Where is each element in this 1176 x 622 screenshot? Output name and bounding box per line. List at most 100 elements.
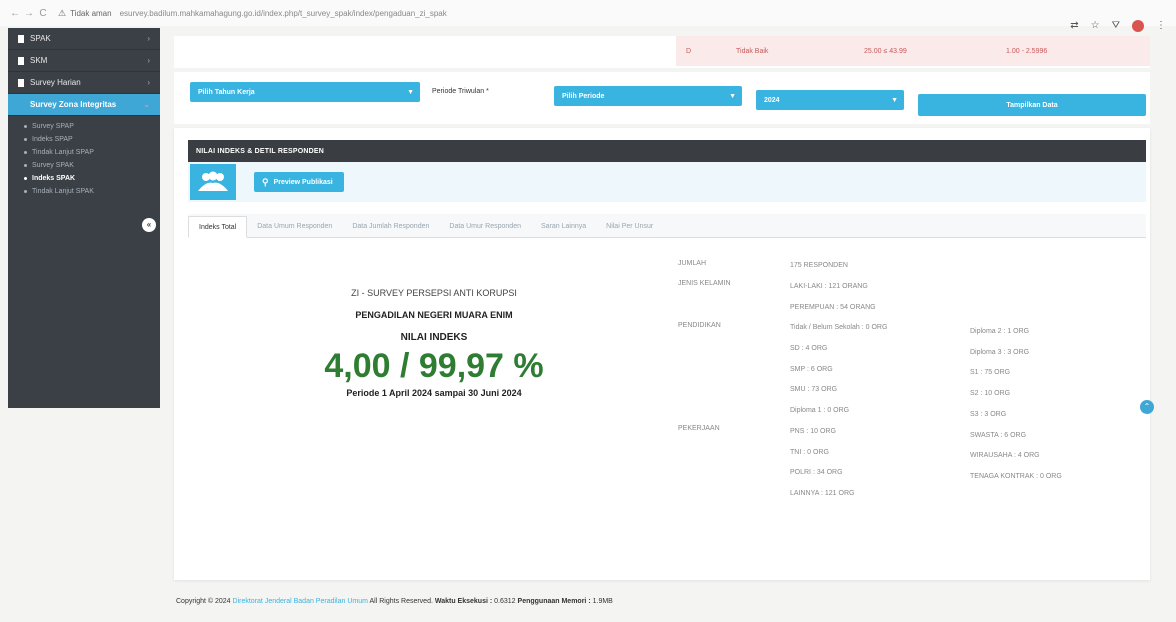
stat-edu-item: Tidak / Belum Sekolah : 0 ORG [790, 324, 888, 331]
forward-button[interactable]: → [22, 8, 36, 19]
sidebar-subitem-label: Indeks SPAK [32, 175, 76, 182]
sidebar-subitem-indeks-spak[interactable]: Indeks SPAK [8, 172, 160, 185]
sidebar-subitem-survey-spak[interactable]: Survey SPAK [8, 159, 160, 172]
tab-nilai-per-unsur[interactable]: Nilai Per Unsur [596, 215, 663, 237]
tab-indeks-total[interactable]: Indeks Total [188, 216, 248, 238]
sidebar-item-survey-zona-integritas[interactable]: Survey Zona Integritas ⌄ [8, 94, 160, 116]
insecure-label[interactable]: Tidak aman [70, 9, 112, 18]
footer-time-value: 0.6312 [494, 598, 516, 605]
stat-edu-item: S2 : 10 ORG [970, 390, 1011, 397]
sidebar-subitem-label: Survey SPAP [32, 123, 74, 130]
tab-data-jumlah-responden[interactable]: Data Jumlah Responden [342, 215, 439, 237]
footer-link[interactable]: Direktorat Jenderal Badan Peradilan Umum [233, 598, 368, 605]
sidebar-subitem-survey-spap[interactable]: Survey SPAP [8, 120, 160, 133]
sidebar-collapse-button[interactable]: « [142, 218, 156, 232]
sidebar: SPAK › SKM › Survey Harian › Survey Zona… [8, 28, 160, 408]
translate-icon[interactable]: ⇄ [1070, 20, 1078, 32]
stat-job-item: LAINNYA : 121 ORG [790, 490, 855, 497]
stat-edu-item: SMU : 73 ORG [790, 386, 838, 393]
legend-grade: D [686, 47, 692, 55]
scroll-top-button[interactable]: ⌃ [1140, 400, 1154, 414]
tab-saran-lainnya[interactable]: Saran Lainnya [531, 215, 596, 237]
users-icon [190, 164, 236, 200]
sidebar-subitem-label: Survey SPAK [32, 162, 74, 169]
stat-female: PEREMPUAN : 54 ORANG [790, 304, 876, 311]
stat-job-item: SWASTA : 6 ORG [970, 432, 1027, 439]
footer-mem-value: 1.9MB [592, 598, 613, 605]
stat-edu-item: S1 : 75 ORG [970, 369, 1011, 376]
legend-interval: 1.00 - 2.5996 [1006, 47, 1048, 55]
stat-edu-item: Diploma 2 : 1 ORG [970, 328, 1030, 335]
tab-bar: Indeks Total Data Umum Responden Data Ju… [188, 214, 1146, 238]
sidebar-subitem-label: Tindak Lanjut SPAP [32, 149, 94, 156]
stat-label-gender: JENIS KELAMIN [678, 280, 731, 287]
stat-label-job: PEKERJAAN [678, 425, 720, 432]
court-name: PENGADILAN NEGERI MUARA ENIM [355, 310, 513, 320]
show-data-button[interactable]: Tampilkan Data [918, 94, 1146, 116]
warning-icon[interactable]: ⚠ [58, 8, 66, 19]
sidebar-subitem-tindak-lanjut-spak[interactable]: Tindak Lanjut SPAK [8, 185, 160, 198]
legend-quality: Tidak Baik [736, 47, 769, 55]
stat-edu-item: Diploma 3 : 3 ORG [970, 349, 1030, 356]
sidebar-item-label: SPAK [30, 34, 51, 43]
index-summary: ZI - SURVEY PERSEPSI ANTI KORUPSI PENGAD… [284, 288, 584, 398]
panel-header: NILAI INDEKS & DETIL RESPONDEN [188, 140, 1146, 162]
chevron-down-icon: ⌄ [143, 100, 150, 109]
year-value-select[interactable]: 2024 ▼ [756, 90, 904, 110]
menu-icon[interactable]: ⋮ [1156, 20, 1166, 32]
year-select[interactable]: Pilih Tahun Kerja ▼ [190, 82, 420, 102]
sidebar-subitem-indeks-spap[interactable]: Indeks SPAP [8, 133, 160, 146]
footer-time-label: Waktu Eksekusi : [434, 598, 493, 605]
stat-job-item: WIRAUSAHA : 4 ORG [970, 452, 1040, 459]
year-select-value: Pilih Tahun Kerja [198, 88, 255, 96]
tab-data-umum-responden[interactable]: Data Umum Responden [247, 215, 342, 237]
footer: Copyright © 2024 Direktorat Jenderal Bad… [176, 598, 613, 605]
footer-mem-label: Penggunaan Memori : [517, 598, 591, 605]
address-bar[interactable]: esurvey.badilum.mahkamahagung.go.id/inde… [120, 9, 447, 18]
chevron-right-icon: › [147, 78, 150, 87]
browser-actions: ⇄ ☆ ⛛ ⋮ [1070, 20, 1166, 32]
main-panel: NILAI INDEKS & DETIL RESPONDEN ⚲ Preview… [174, 128, 1150, 580]
tab-data-umur-responden[interactable]: Data Umur Responden [439, 215, 531, 237]
chevron-right-icon: › [147, 34, 150, 43]
preview-publication-button[interactable]: ⚲ Preview Publikasi [254, 172, 344, 192]
bullet-icon [24, 164, 27, 167]
stat-job-item: TNI : 0 ORG [790, 449, 829, 456]
year-value: 2024 [764, 96, 780, 104]
legend-range: 25.00 ≤ 43.99 [864, 47, 907, 55]
stat-job-item: POLRI : 34 ORG [790, 469, 843, 476]
period-select[interactable]: Pilih Periode ▼ [554, 86, 742, 106]
caret-down-icon: ▼ [891, 96, 898, 104]
preview-button-label: Preview Publikasi [273, 178, 333, 186]
index-value: 4,00 / 99,97 % [324, 347, 544, 385]
file-icon [18, 34, 24, 43]
sidebar-subitem-tindak-lanjut-spap[interactable]: Tindak Lanjut SPAP [8, 146, 160, 159]
back-button[interactable]: ← [8, 8, 22, 19]
stat-edu-item: S3 : 3 ORG [970, 411, 1007, 418]
extensions-icon[interactable]: ⛛ [1112, 20, 1120, 32]
sidebar-item-spak[interactable]: SPAK › [8, 28, 160, 50]
sidebar-subitem-label: Tindak Lanjut SPAK [32, 188, 94, 195]
stat-job-item: TENAGA KONTRAK : 0 ORG [970, 473, 1062, 480]
star-icon[interactable]: ☆ [1091, 20, 1100, 32]
sidebar-item-label: SKM [30, 56, 48, 65]
bullet-icon [24, 125, 27, 128]
profile-icon[interactable] [1132, 20, 1144, 32]
sidebar-item-survey-harian[interactable]: Survey Harian › [8, 72, 160, 94]
filter-bar: Pilih Tahun Kerja ▼ Periode Triwulan * P… [174, 72, 1150, 124]
footer-copyright: Copyright © 2024 [176, 598, 231, 605]
bullet-icon [24, 138, 27, 141]
stat-male: LAKI-LAKI : 121 ORANG [790, 283, 868, 290]
file-icon [18, 78, 24, 87]
panel-toolbar: ⚲ Preview Publikasi [188, 162, 1146, 202]
bullet-icon [24, 190, 27, 193]
stat-edu-item: SMP : 6 ORG [790, 366, 833, 373]
stat-job-item: PNS : 10 ORG [790, 428, 836, 435]
index-period: Periode 1 April 2024 sampai 30 Juni 2024 [346, 388, 522, 398]
sidebar-item-skm[interactable]: SKM › [8, 50, 160, 72]
reload-button[interactable]: C [36, 8, 50, 19]
search-icon: ⚲ [262, 176, 269, 187]
stat-jumlah-value: 175 RESPONDEN [790, 262, 848, 269]
bullet-icon [24, 177, 27, 180]
stat-label-jumlah: JUMLAH [678, 260, 707, 267]
